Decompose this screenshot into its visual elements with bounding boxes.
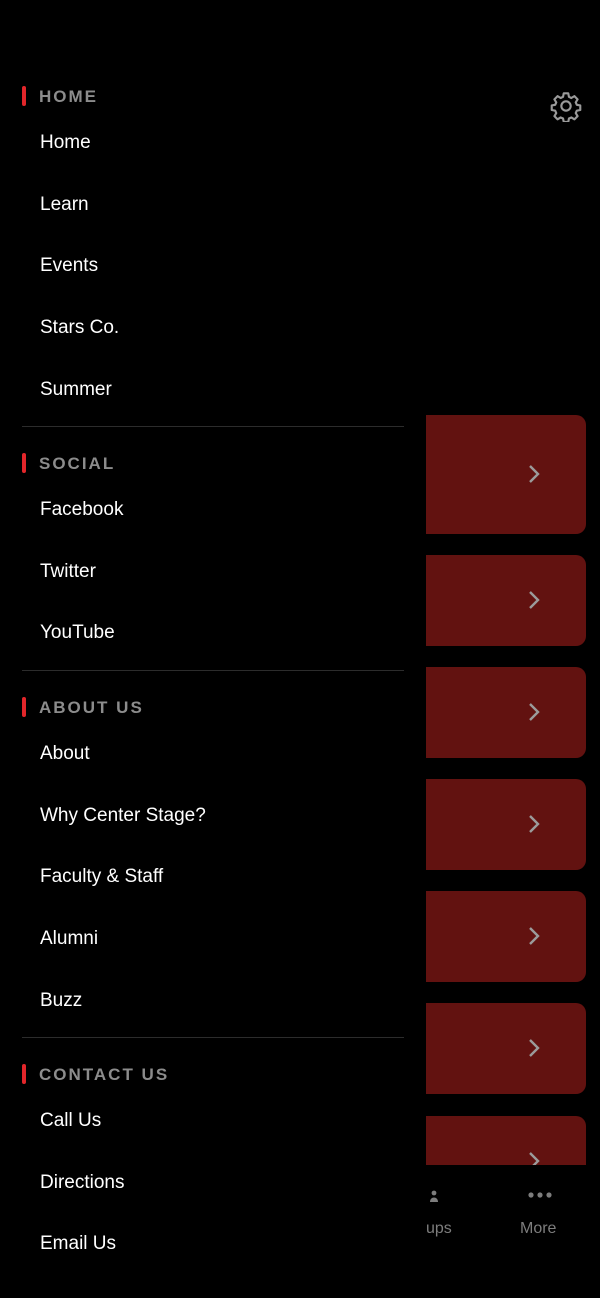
section-divider — [22, 670, 404, 671]
section-title: SOCIAL — [39, 454, 116, 473]
menu-item-about[interactable]: About — [40, 742, 90, 766]
menu-item-call-us[interactable]: Call Us — [40, 1109, 101, 1133]
section-title: ABOUT US — [39, 698, 144, 717]
tab-groups-label: ups — [426, 1220, 452, 1237]
section-divider — [22, 426, 404, 427]
section-title: HOME — [39, 87, 98, 106]
menu-item-facebook[interactable]: Facebook — [40, 498, 123, 522]
people-icon — [430, 1190, 438, 1202]
menu-item-email-us[interactable]: Email Us — [40, 1232, 116, 1256]
menu-item-learn[interactable]: Learn — [40, 193, 89, 217]
menu-item-twitter[interactable]: Twitter — [40, 560, 96, 584]
section-accent-bar — [22, 86, 26, 106]
menu-item-events[interactable]: Events — [40, 254, 98, 278]
chevron-right-icon — [529, 591, 540, 609]
tab-groups[interactable]: ups — [420, 1165, 460, 1245]
section-accent-bar — [22, 697, 26, 717]
menu-item-directions[interactable]: Directions — [40, 1171, 124, 1195]
section-title: CONTACT US — [39, 1065, 170, 1084]
app-screen: ups More HOME Home Learn Events Stars Co… — [0, 0, 600, 1298]
tab-more-label: More — [520, 1220, 557, 1237]
chevron-right-icon — [529, 1039, 540, 1057]
menu-item-buzz[interactable]: Buzz — [40, 989, 82, 1013]
chevron-right-icon — [529, 465, 540, 483]
section-accent-bar — [22, 453, 26, 473]
menu-item-summer[interactable]: Summer — [40, 378, 112, 402]
menu-item-why-center-stage[interactable]: Why Center Stage? — [40, 804, 206, 828]
menu-item-youtube[interactable]: YouTube — [40, 621, 115, 645]
tab-more[interactable]: More — [500, 1165, 580, 1245]
menu-item-faculty-staff[interactable]: Faculty & Staff — [40, 865, 163, 889]
navigation-drawer: HOME Home Learn Events Stars Co. Summer … — [0, 0, 426, 1298]
menu-item-home[interactable]: Home — [40, 131, 91, 155]
section-divider — [22, 1037, 404, 1038]
chevron-right-icon — [529, 1152, 540, 1165]
chevron-right-icon — [529, 703, 540, 721]
chevron-right-icon — [529, 815, 540, 833]
gear-icon[interactable] — [550, 90, 582, 122]
more-dots-icon — [528, 1192, 552, 1198]
chevron-right-icon — [529, 927, 540, 945]
section-accent-bar — [22, 1064, 26, 1084]
menu-item-stars-co[interactable]: Stars Co. — [40, 316, 119, 340]
menu-item-alumni[interactable]: Alumni — [40, 927, 98, 951]
